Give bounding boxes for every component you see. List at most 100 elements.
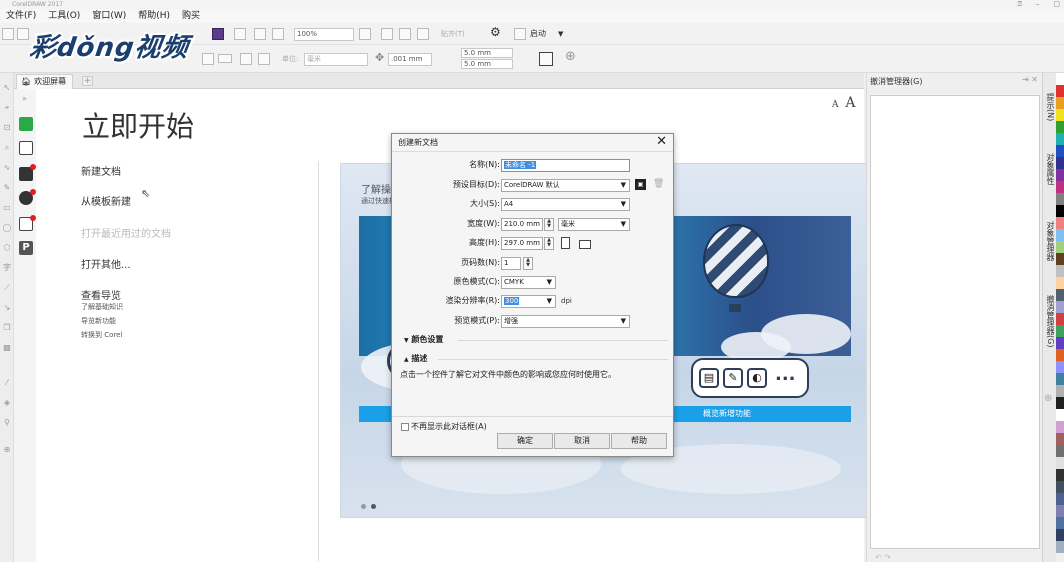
export-arrow-icon[interactable] xyxy=(254,28,266,40)
units-combo[interactable]: 毫米 ▼ xyxy=(558,218,630,231)
color-swatch[interactable] xyxy=(1056,277,1064,289)
freehand-tool-icon[interactable]: ∿ xyxy=(2,163,12,173)
resolution-combo[interactable]: 300 ▼ xyxy=(501,295,556,308)
size-combo[interactable]: A4 ▼ xyxy=(501,198,630,211)
tab-hints[interactable]: 提示(N) xyxy=(1044,93,1056,121)
rulers-icon[interactable] xyxy=(381,28,393,40)
expand-sidebar-icon[interactable]: » xyxy=(22,94,27,103)
ok-button[interactable]: 确定 xyxy=(497,433,553,449)
nudge-distance-field[interactable]: .001 mm xyxy=(388,53,432,66)
color-swatch[interactable] xyxy=(1056,205,1064,217)
view-tour-link[interactable]: 查看导览 xyxy=(81,287,121,302)
color-swatch[interactable] xyxy=(1056,313,1064,325)
color-swatch[interactable] xyxy=(1056,505,1064,517)
color-swatch[interactable] xyxy=(1056,289,1064,301)
preset-combo[interactable]: CorelDRAW 默认 ▼ xyxy=(501,179,630,192)
pages-stepper[interactable]: ▲ ▼ xyxy=(523,257,533,270)
polygon-tool-icon[interactable]: ⬡ xyxy=(2,243,12,253)
maximize-icon[interactable]: ▢ xyxy=(1053,0,1060,9)
color-settings-header[interactable]: ▼ 颜色设置 xyxy=(404,334,443,347)
landscape-icon[interactable] xyxy=(579,240,591,249)
docker-controls[interactable]: ⇥ ✕ xyxy=(1022,75,1038,84)
help-icon[interactable]: ⍰ xyxy=(1018,0,1022,9)
font-larger-button[interactable]: A xyxy=(845,95,855,111)
help-button[interactable]: 帮助 xyxy=(611,433,667,449)
zoom-tool-icon[interactable]: ⌕ xyxy=(2,143,12,153)
color-swatch[interactable] xyxy=(1056,337,1064,349)
page-frame-icon[interactable] xyxy=(539,52,553,66)
width-stepper[interactable]: ▲ ▼ xyxy=(544,218,554,231)
description-header[interactable]: ▲ 描述 xyxy=(404,353,427,366)
artistic-media-icon[interactable]: ✎ xyxy=(2,183,12,193)
tab-object-properties[interactable]: 对象属性 xyxy=(1044,153,1056,185)
publish-pdf-icon[interactable] xyxy=(272,28,284,40)
new-document-icon[interactable] xyxy=(2,28,14,40)
color-swatch[interactable] xyxy=(1056,409,1064,421)
new-document-link[interactable]: 新建文档 xyxy=(81,163,121,178)
smart-fill-icon[interactable]: ⚲ xyxy=(2,418,12,428)
color-swatch[interactable] xyxy=(1056,433,1064,445)
ellipse-tool-icon[interactable]: ◯ xyxy=(2,223,12,233)
launch-button[interactable]: 启动 xyxy=(530,28,546,40)
shape-tool-icon[interactable]: ⌖ xyxy=(2,103,12,113)
undo-redo-icons[interactable]: ↶ ↷ xyxy=(875,553,891,562)
new-tab-button[interactable]: + xyxy=(82,76,93,86)
color-swatch[interactable] xyxy=(1056,481,1064,493)
color-swatch[interactable] xyxy=(1056,169,1064,181)
gear-icon[interactable]: ⚙ xyxy=(490,26,501,38)
color-swatch[interactable] xyxy=(1056,397,1064,409)
color-swatch[interactable] xyxy=(1056,181,1064,193)
tab-welcome-screen[interactable]: 🏠︎ 欢迎屏幕 xyxy=(16,74,74,89)
minimize-icon[interactable]: – xyxy=(1036,0,1040,9)
font-smaller-button[interactable]: A xyxy=(832,100,839,110)
get-started-icon[interactable] xyxy=(19,117,33,131)
color-swatch[interactable] xyxy=(1056,241,1064,253)
color-swatch[interactable] xyxy=(1056,217,1064,229)
height-field[interactable]: 297.0 mm xyxy=(501,237,543,250)
parallel-dimension-icon[interactable]: ⟋ xyxy=(2,283,12,293)
color-swatch[interactable] xyxy=(1056,97,1064,109)
color-swatch[interactable] xyxy=(1056,469,1064,481)
menu-buy[interactable]: 购买 xyxy=(176,9,206,23)
color-swatch[interactable] xyxy=(1056,541,1064,553)
color-swatch[interactable] xyxy=(1056,373,1064,385)
add-icon[interactable]: ⊕ xyxy=(565,50,576,63)
full-screen-icon[interactable] xyxy=(359,28,371,40)
undo-list[interactable] xyxy=(870,95,1040,549)
color-swatch[interactable] xyxy=(1056,133,1064,145)
current-page-icon[interactable] xyxy=(258,53,270,65)
color-swatch[interactable] xyxy=(1056,493,1064,505)
carousel-dot-active[interactable] xyxy=(371,504,376,509)
rectangle-tool-icon[interactable]: ▭ xyxy=(2,203,12,213)
name-field[interactable]: 未命名 -1 xyxy=(501,159,630,172)
dont-show-label[interactable]: 不再显示此对话框(A) xyxy=(411,421,487,433)
menu-tools[interactable]: 工具(O) xyxy=(42,9,86,23)
grid-icon[interactable] xyxy=(399,28,411,40)
color-swatch[interactable] xyxy=(1056,229,1064,241)
interactive-fill-icon[interactable]: ◈ xyxy=(2,398,12,408)
hero-caption[interactable]: 概览新增功能 xyxy=(703,406,751,422)
guidelines-icon[interactable] xyxy=(417,28,429,40)
preview-mode-combo[interactable]: 增强 ▼ xyxy=(501,315,630,328)
color-swatch[interactable] xyxy=(1056,457,1064,469)
units-combo[interactable]: 毫米 xyxy=(304,53,368,66)
application-launcher-icon[interactable] xyxy=(514,28,526,40)
color-swatch[interactable] xyxy=(1056,349,1064,361)
connector-tool-icon[interactable]: ↘ xyxy=(2,303,12,313)
crop-tool-icon[interactable]: ⊡ xyxy=(2,123,12,133)
color-swatch[interactable] xyxy=(1056,301,1064,313)
menu-file[interactable]: 文件(F) xyxy=(0,9,42,23)
transparency-icon[interactable]: ▩ xyxy=(2,343,12,353)
color-swatch[interactable] xyxy=(1056,529,1064,541)
color-swatch[interactable] xyxy=(1056,265,1064,277)
pages-field[interactable]: 1 xyxy=(501,257,521,270)
color-mode-combo[interactable]: CMYK ▼ xyxy=(501,276,556,289)
color-swatch[interactable] xyxy=(1056,73,1064,85)
cancel-button[interactable]: 取消 xyxy=(554,433,610,449)
color-swatch[interactable] xyxy=(1056,325,1064,337)
add-docker-icon[interactable]: ⊕ xyxy=(1044,393,1052,404)
color-swatch[interactable] xyxy=(1056,421,1064,433)
width-field[interactable]: 210.0 mm xyxy=(501,218,543,231)
carousel-dot[interactable] xyxy=(361,504,366,509)
color-swatch[interactable] xyxy=(1056,109,1064,121)
